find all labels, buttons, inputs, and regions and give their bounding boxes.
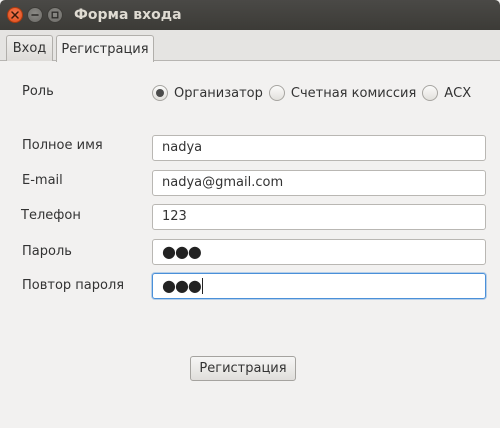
maximize-button[interactable] <box>47 7 63 23</box>
text-caret <box>201 278 203 294</box>
email-value: nadya@gmail.com <box>162 175 284 190</box>
phone-input[interactable]: 123 <box>152 204 486 230</box>
tab-registration[interactable]: Регистрация <box>56 35 154 62</box>
title-bar: Форма входа <box>0 0 500 30</box>
registration-window: Форма входа Вход Регистрация Роль Органи… <box>0 0 500 428</box>
phone-value: 123 <box>162 209 187 224</box>
full-name-input[interactable]: nadya <box>152 135 486 161</box>
radio-asx-label: АСХ <box>444 85 472 101</box>
register-button[interactable]: Регистрация <box>190 356 296 381</box>
close-icon <box>11 11 19 19</box>
password-input[interactable]: ●●● <box>152 239 486 265</box>
minimize-icon <box>31 14 39 16</box>
window-title: Форма входа <box>74 7 182 23</box>
full-name-value: nadya <box>162 140 203 155</box>
radio-counting-commission[interactable]: Счетная комиссия <box>268 85 417 101</box>
tab-strip: Вход Регистрация <box>0 30 500 62</box>
password-label: Пароль <box>22 244 72 259</box>
password-repeat-label: Повтор пароля <box>22 278 125 293</box>
minimize-button[interactable] <box>27 7 43 23</box>
password-value: ●●● <box>162 242 202 261</box>
maximize-icon <box>51 11 59 19</box>
radio-organizer[interactable]: Организатор <box>152 85 263 101</box>
tab-login[interactable]: Вход <box>6 35 53 61</box>
password-repeat-input[interactable]: ●●● <box>152 273 486 299</box>
email-label: E-mail <box>22 173 63 188</box>
password-repeat-value: ●●● <box>162 276 202 295</box>
radio-organizer-label: Организатор <box>174 85 263 101</box>
radio-counting-commission-label: Счетная комиссия <box>290 85 417 101</box>
full-name-label: Полное имя <box>22 138 103 153</box>
radio-asx[interactable]: АСХ <box>422 85 471 101</box>
email-input[interactable]: nadya@gmail.com <box>152 170 486 196</box>
radio-checked-icon <box>152 85 168 101</box>
radio-unchecked-icon <box>422 85 439 101</box>
phone-label: Телефон <box>21 208 81 223</box>
role-radio-group: Организатор Счетная комиссия АСХ <box>152 83 477 103</box>
role-label: Роль <box>22 84 54 99</box>
close-button[interactable] <box>7 7 23 23</box>
radio-unchecked-icon <box>268 85 285 101</box>
